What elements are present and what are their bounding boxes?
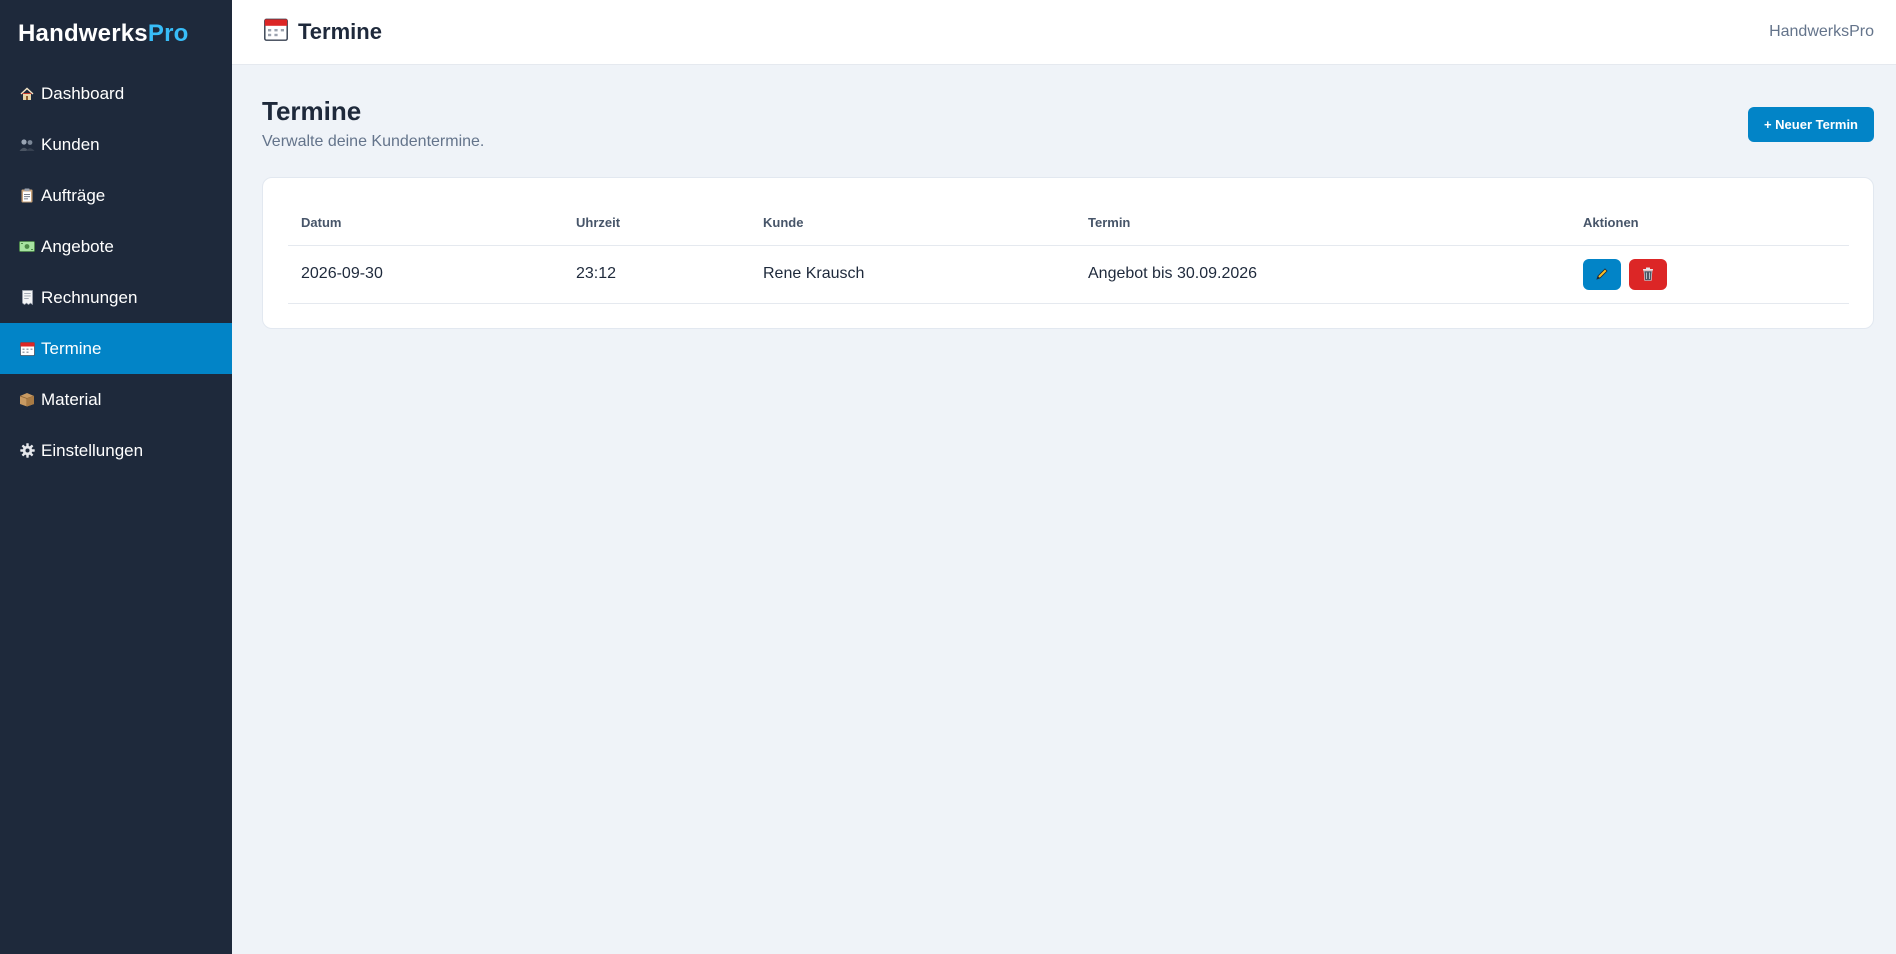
new-appointment-button[interactable]: + Neuer Termin xyxy=(1747,107,1874,142)
column-header-termin: Termin xyxy=(1075,200,1570,246)
calendar-icon xyxy=(19,341,35,357)
sidebar-item-dashboard[interactable]: Dashboard xyxy=(0,68,232,119)
money-icon xyxy=(19,239,35,255)
topbar-title-text: Termine xyxy=(298,19,382,44)
cell-aktionen xyxy=(1570,245,1849,304)
brand-accent: Pro xyxy=(147,20,189,47)
sidebar-item-auftraege[interactable]: Aufträge xyxy=(0,170,232,221)
topbar-brand: HandwerksPro xyxy=(1769,23,1874,40)
people-icon xyxy=(19,137,35,153)
main-content: Termine Verwalte deine Kundentermine. + … xyxy=(262,65,1874,329)
gear-icon xyxy=(19,443,35,459)
sidebar-item-label: Aufträge xyxy=(41,185,106,205)
topbar: Termine HandwerksPro xyxy=(232,0,1896,65)
table-header-row: Datum Uhrzeit Kunde Termin Aktionen xyxy=(288,200,1849,246)
appointments-table: Datum Uhrzeit Kunde Termin Aktionen 2026… xyxy=(288,200,1849,304)
sidebar: Handwerks Pro Dashboard Kunden Aufträge A… xyxy=(0,0,232,954)
sidebar-item-rechnungen[interactable]: Rechnungen xyxy=(0,272,232,323)
sidebar-item-label: Termine xyxy=(41,338,102,358)
sidebar-item-label: Einstellungen xyxy=(41,440,144,460)
sidebar-item-kunden[interactable]: Kunden xyxy=(0,119,232,170)
receipt-icon xyxy=(19,290,35,306)
sidebar-item-label: Material xyxy=(41,389,102,409)
sidebar-item-termine[interactable]: Termine xyxy=(0,323,232,374)
sidebar-item-label: Angebote xyxy=(41,236,114,256)
column-header-uhrzeit: Uhrzeit xyxy=(563,200,750,246)
appointments-card: Datum Uhrzeit Kunde Termin Aktionen 2026… xyxy=(262,177,1874,329)
page-header: Termine Verwalte deine Kundentermine. + … xyxy=(262,65,1874,177)
cell-kunde: Rene Krausch xyxy=(750,245,1075,304)
sidebar-item-label: Rechnungen xyxy=(41,287,138,307)
brand-logo[interactable]: Handwerks Pro xyxy=(0,0,232,68)
sidebar-nav: Dashboard Kunden Aufträge Angebote Rechn… xyxy=(0,68,232,476)
sidebar-item-label: Dashboard xyxy=(41,83,125,103)
cell-uhrzeit: 23:12 xyxy=(563,245,750,304)
column-header-datum: Datum xyxy=(288,200,563,246)
brand-main: Handwerks xyxy=(18,20,148,47)
cell-termin: Angebot bis 30.09.2026 xyxy=(1075,245,1570,304)
page-title: Termine xyxy=(262,96,362,126)
sidebar-item-material[interactable]: Material xyxy=(0,374,232,425)
clipboard-icon xyxy=(19,188,35,204)
sidebar-item-angebote[interactable]: Angebote xyxy=(0,221,232,272)
house-icon xyxy=(19,86,35,102)
page-subtitle: Verwalte deine Kundentermine. xyxy=(262,133,485,150)
trash-icon xyxy=(1642,267,1654,281)
delete-button[interactable] xyxy=(1629,258,1668,290)
pencil-icon xyxy=(1595,267,1609,281)
table-row: 2026-09-30 23:12 Rene Krausch Angebot bi… xyxy=(288,245,1849,304)
calendar-icon xyxy=(264,17,288,47)
column-header-kunde: Kunde xyxy=(750,200,1075,246)
sidebar-item-einstellungen[interactable]: Einstellungen xyxy=(0,425,232,476)
topbar-title: Termine xyxy=(264,17,382,47)
column-header-aktionen: Aktionen xyxy=(1570,200,1849,246)
box-icon xyxy=(19,392,35,408)
edit-button[interactable] xyxy=(1583,258,1621,290)
sidebar-item-label: Kunden xyxy=(41,134,100,154)
cell-datum: 2026-09-30 xyxy=(288,245,563,304)
